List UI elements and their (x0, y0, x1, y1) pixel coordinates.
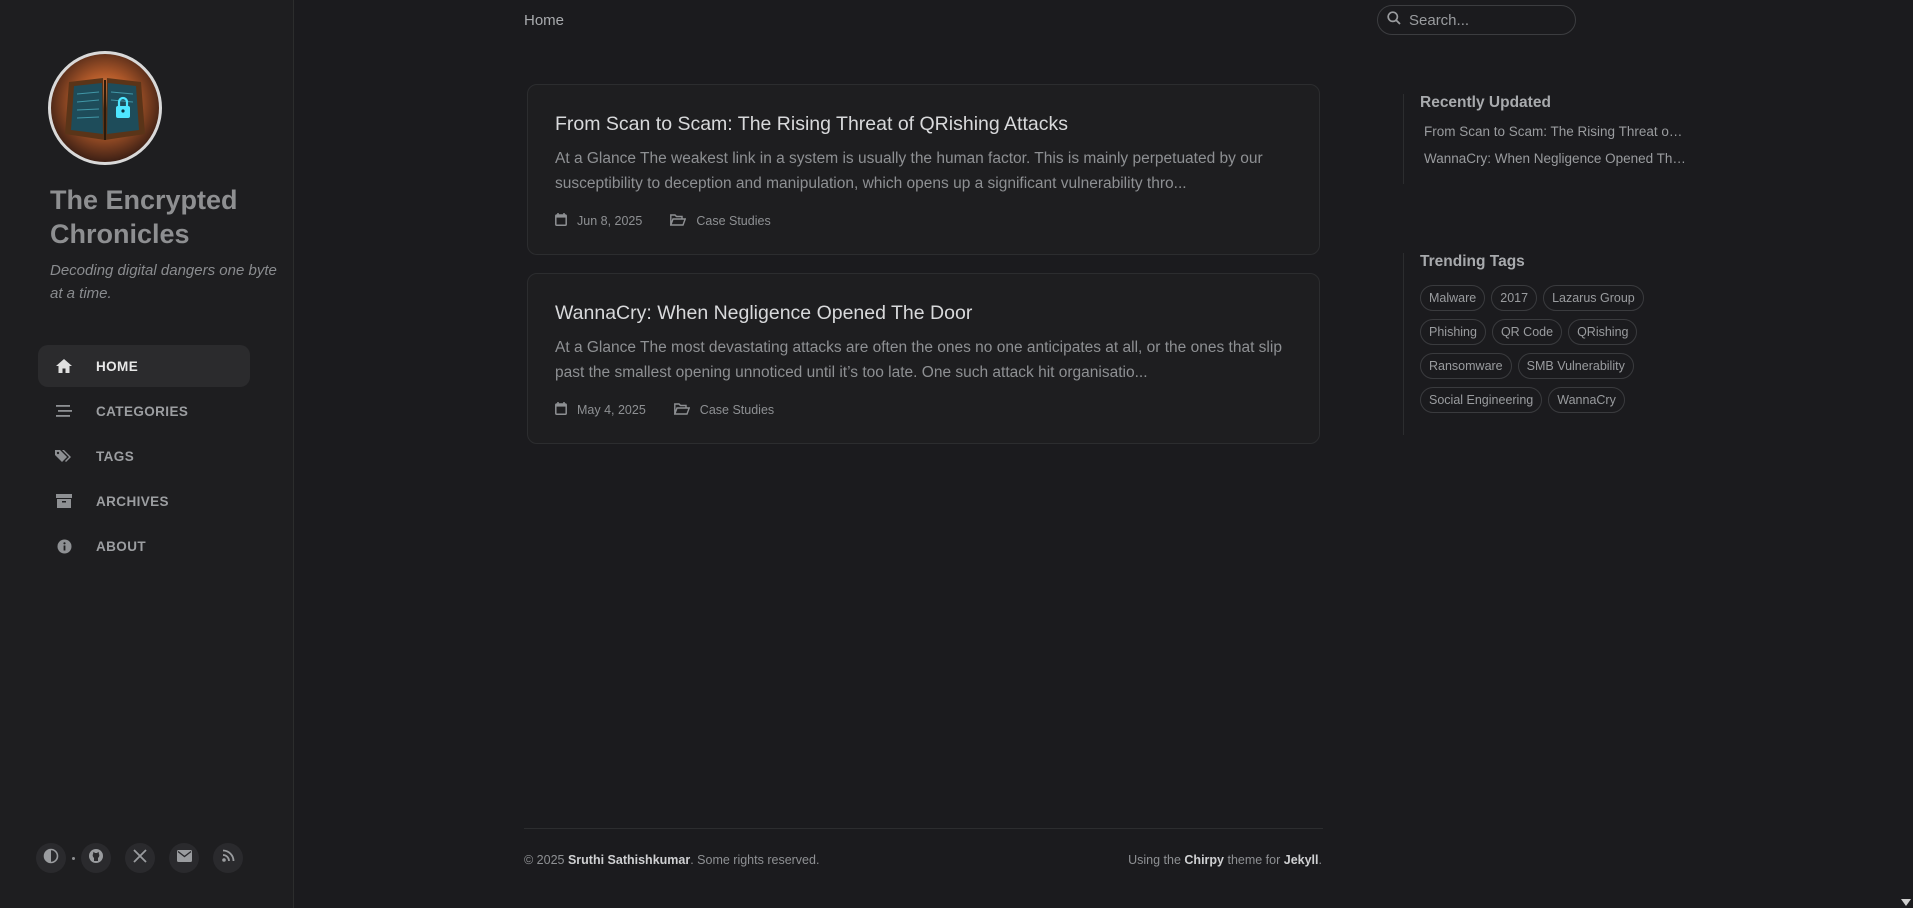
tag-2017[interactable]: 2017 (1491, 285, 1538, 311)
post-date-text: May 4, 2025 (577, 403, 646, 417)
tag-wannacry[interactable]: WannaCry (1548, 387, 1625, 413)
tags-icon (54, 448, 74, 464)
search-icon (1387, 10, 1401, 30)
footer-copyright: © 2025 Sruthi Sathishkumar. Some rights … (524, 853, 819, 867)
sidebar-nav: HOME CATEGORIES TAGS ARCHIVES ABOUT (38, 345, 250, 570)
sidebar-bottom (36, 843, 257, 873)
calendar-icon (555, 213, 577, 229)
tag-cloud: Malware 2017 Lazarus Group Phishing QR C… (1420, 285, 1660, 421)
post-date: Jun 8, 2025 (555, 213, 642, 229)
home-icon (54, 358, 74, 374)
github-button[interactable] (81, 843, 111, 873)
email-icon (176, 849, 192, 867)
scroll-down-arrow-icon[interactable] (1901, 899, 1911, 906)
post-date: May 4, 2025 (555, 402, 646, 418)
breadcrumb: Home (524, 12, 565, 29)
post-excerpt: At a Glance The most devastating attacks… (555, 339, 1282, 381)
twitter-button[interactable] (125, 843, 155, 873)
credits-prefix: Using the (1128, 853, 1185, 867)
recently-updated-heading: Recently Updated (1420, 94, 1551, 111)
trending-tags-panel: Trending Tags Malware 2017 Lazarus Group… (1403, 253, 1660, 435)
tag-lazarus-group[interactable]: Lazarus Group (1543, 285, 1644, 311)
tag-ransomware[interactable]: Ransomware (1420, 353, 1512, 379)
tag-qrishing[interactable]: QRishing (1568, 319, 1638, 345)
theme-toggle-icon (43, 848, 59, 869)
post-category-text[interactable]: Case Studies (696, 214, 770, 228)
tag-qr-code[interactable]: QR Code (1491, 319, 1563, 345)
tag-smb-vulnerability[interactable]: SMB Vulnerability (1517, 353, 1634, 379)
nav-label-home: HOME (96, 358, 139, 374)
stream-icon (54, 403, 74, 419)
separator-dot (72, 856, 75, 860)
copyright-prefix: © 2025 (524, 853, 568, 867)
post-meta: Jun 8, 2025 Case Studies (555, 213, 799, 229)
calendar-icon (555, 402, 577, 418)
archive-icon (54, 493, 74, 509)
post-excerpt: At a Glance The weakest link in a system… (555, 150, 1263, 192)
footer-divider (524, 828, 1323, 829)
post-date-text: Jun 8, 2025 (577, 214, 643, 228)
theme-toggle-button[interactable] (36, 843, 66, 873)
folder-open-icon (670, 213, 696, 229)
nav-item-archives[interactable]: ARCHIVES (38, 480, 250, 522)
post-category-text[interactable]: Case Studies (700, 403, 774, 417)
copyright-suffix: . Some rights reserved. (690, 853, 820, 867)
email-button[interactable] (169, 843, 199, 873)
book-lock-avatar-image (65, 78, 145, 140)
nav-item-categories[interactable]: CATEGORIES (38, 390, 250, 432)
nav-label-about: ABOUT (96, 538, 146, 554)
credits-middle: theme for (1224, 853, 1284, 867)
post-title[interactable]: WannaCry: When Negligence Opened The Doo… (555, 302, 972, 325)
post-card[interactable]: WannaCry: When Negligence Opened The Doo… (527, 273, 1320, 444)
info-icon (54, 538, 74, 554)
search-box[interactable] (1377, 5, 1576, 35)
x-twitter-icon (133, 848, 147, 868)
nav-label-categories: CATEGORIES (96, 403, 189, 419)
nav-item-about[interactable]: ABOUT (38, 525, 250, 567)
jekyll-link[interactable]: Jekyll (1284, 853, 1319, 867)
nav-label-archives: ARCHIVES (96, 493, 169, 509)
author-link[interactable]: Sruthi Sathishkumar (568, 853, 690, 867)
post-meta: May 4, 2025 Case Studies (555, 402, 802, 418)
tag-malware[interactable]: Malware (1420, 285, 1486, 311)
rss-button[interactable] (213, 843, 243, 873)
post-title[interactable]: From Scan to Scam: The Rising Threat of … (555, 113, 1068, 136)
avatar[interactable] (48, 51, 162, 165)
trending-tags-heading: Trending Tags (1420, 253, 1525, 270)
rss-icon (221, 849, 235, 867)
folder-open-icon (673, 402, 700, 418)
post-category: Case Studies (670, 213, 771, 229)
nav-label-tags: TAGS (96, 448, 135, 464)
nav-item-tags[interactable]: TAGS (38, 435, 250, 477)
tag-social-engineering[interactable]: Social Engineering (1420, 387, 1543, 413)
sidebar: The Encrypted Chronicles Decoding digita… (0, 0, 294, 908)
github-icon (88, 848, 104, 869)
recent-post-link[interactable]: From Scan to Scam: The Rising Threat of … (1420, 124, 1686, 139)
footer-credits: Using the Chirpy theme for Jekyll. (1128, 853, 1322, 867)
credits-end: . (1318, 853, 1322, 867)
theme-link[interactable]: Chirpy (1184, 853, 1224, 867)
nav-item-home[interactable]: HOME (38, 345, 250, 387)
recent-post-link[interactable]: WannaCry: When Negligence Opened The Doo… (1420, 151, 1686, 166)
post-card[interactable]: From Scan to Scam: The Rising Threat of … (527, 84, 1320, 255)
site-title[interactable]: The Encrypted Chronicles (50, 183, 270, 251)
search-input[interactable] (1407, 10, 1571, 30)
recently-updated-panel: Recently Updated From Scan to Scam: The … (1403, 94, 1686, 184)
site-subtitle: Decoding digital dangers one byte at a t… (50, 262, 277, 302)
post-category: Case Studies (673, 402, 774, 418)
tag-phishing[interactable]: Phishing (1420, 319, 1486, 345)
